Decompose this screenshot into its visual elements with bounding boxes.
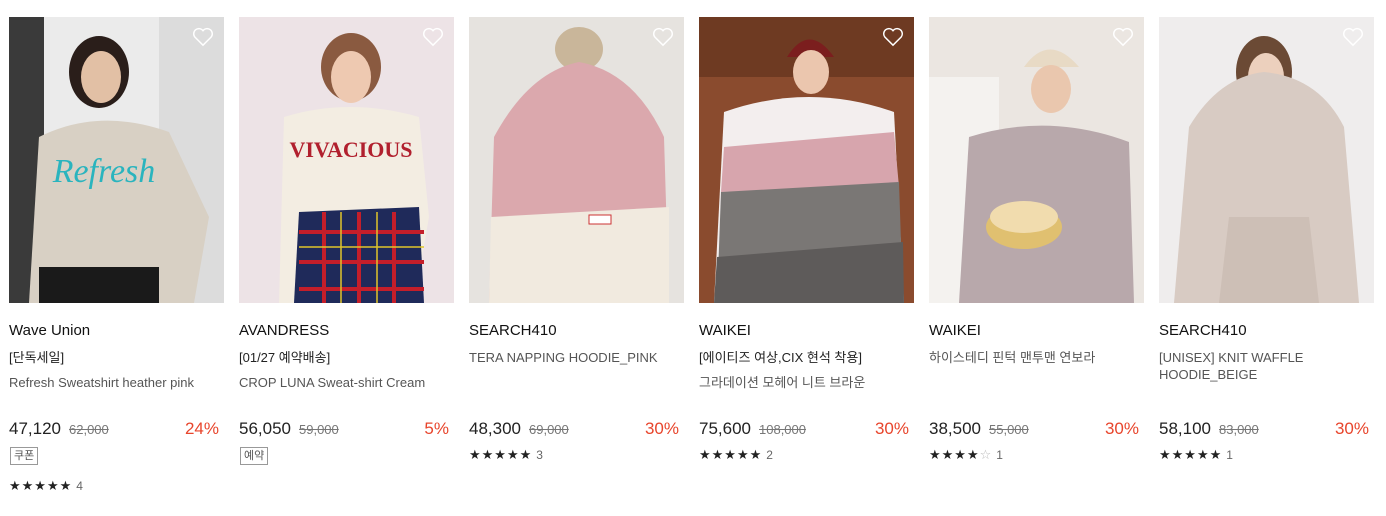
product-photo <box>699 17 914 303</box>
star-icons: ★★★★ <box>469 447 520 462</box>
wishlist-heart-icon[interactable] <box>1112 27 1134 47</box>
discount-rate: 30% <box>874 419 909 438</box>
product-name[interactable]: TERA NAPPING HOODIE_PINK <box>469 349 684 366</box>
product-photo <box>469 17 684 303</box>
sale-price: 38,500 <box>929 419 981 438</box>
sale-price: 56,050 <box>239 419 291 438</box>
product-name[interactable]: CROP LUNA Sweat-shirt Cream <box>239 374 454 391</box>
empty-star-icon: ☆ <box>979 447 993 462</box>
star-icons: ★★★★★ <box>9 478 73 493</box>
product-card[interactable]: WAIKEI [에이티즈 여상,CIX 현석 착용] 그라데이션 모헤어 니트 … <box>699 17 914 462</box>
product-card[interactable]: SEARCH410 [UNISEX] KNIT WAFFLE HOODIE_BE… <box>1159 17 1374 462</box>
reservation-badge: 예약 <box>240 447 269 465</box>
sale-price: 48,300 <box>469 419 521 438</box>
product-brand[interactable]: Wave Union <box>9 321 224 341</box>
product-card[interactable]: WAIKEI 하이스테디 핀턱 맨투맨 연보라 38,500 55,000 30%… <box>929 17 1144 462</box>
original-price: 108,000 <box>759 422 806 437</box>
product-card[interactable]: SEARCH410 TERA NAPPING HOODIE_PINK 48,30… <box>469 17 684 462</box>
rating: ★★★★☆ 1 <box>929 447 1003 463</box>
product-image[interactable] <box>469 17 684 303</box>
rating: ★★★★★ 2 <box>699 447 773 463</box>
product-grid: Refresh Wave Union [단독세일] Refresh Sweats… <box>0 0 1386 516</box>
wishlist-heart-icon[interactable] <box>422 27 444 47</box>
review-count: 1 <box>996 448 1003 462</box>
product-name[interactable]: 하이스테디 핀턱 맨투맨 연보라 <box>929 349 1144 366</box>
original-price: 69,000 <box>529 422 569 437</box>
wishlist-heart-icon[interactable] <box>882 27 904 47</box>
wishlist-heart-icon[interactable] <box>1342 27 1364 47</box>
product-brand[interactable]: WAIKEI <box>929 321 1144 341</box>
price-row: 58,100 83,000 30% <box>1159 418 1374 440</box>
review-count: 1 <box>1226 448 1233 462</box>
review-count: 4 <box>76 479 83 493</box>
product-brand[interactable]: SEARCH410 <box>469 321 684 341</box>
original-price: 62,000 <box>69 422 109 437</box>
rating: ★★★★★ 3 <box>469 447 543 463</box>
product-brand[interactable]: SEARCH410 <box>1159 321 1374 341</box>
product-tag: [에이티즈 여상,CIX 현석 착용] <box>699 350 862 365</box>
product-card[interactable]: Refresh Wave Union [단독세일] Refresh Sweats… <box>9 17 224 493</box>
price-row: 56,050 59,000 5% <box>239 418 454 440</box>
sale-price: 58,100 <box>1159 419 1211 438</box>
discount-rate: 30% <box>644 419 679 438</box>
price-row: 47,120 62,000 24% <box>9 418 224 440</box>
original-price: 55,000 <box>989 422 1029 437</box>
half-star-icon: ★ <box>519 447 533 462</box>
product-name[interactable]: [UNISEX] KNIT WAFFLE HOODIE_BEIGE <box>1159 349 1374 383</box>
rating: ★★★★★ 4 <box>9 478 83 494</box>
coupon-badge: 쿠폰 <box>10 447 39 465</box>
product-card[interactable]: VIVACIOUS AVANDRESS [01/27 예약배송] CROP LU… <box>239 17 454 465</box>
sale-price: 75,600 <box>699 419 751 438</box>
product-photo: VIVACIOUS <box>239 17 454 303</box>
product-brand[interactable]: AVANDRESS <box>239 321 454 341</box>
svg-text:Refresh: Refresh <box>52 153 156 190</box>
product-tag: [단독세일] <box>9 350 65 365</box>
discount-rate: 30% <box>1104 419 1139 438</box>
price-row: 75,600 108,000 30% <box>699 418 914 440</box>
sale-price: 47,120 <box>9 419 61 438</box>
wishlist-heart-icon[interactable] <box>192 27 214 47</box>
product-name[interactable]: Refresh Sweatshirt heather pink <box>9 374 224 391</box>
discount-rate: 24% <box>184 419 219 438</box>
review-count: 3 <box>536 448 543 462</box>
product-tag: [01/27 예약배송] <box>239 350 331 365</box>
product-photo <box>929 17 1144 303</box>
discount-rate: 30% <box>1334 419 1369 438</box>
star-icons: ★★★★★ <box>1159 447 1223 462</box>
product-image[interactable] <box>1159 17 1374 303</box>
svg-text:VIVACIOUS: VIVACIOUS <box>289 137 412 162</box>
product-brand[interactable]: WAIKEI <box>699 321 914 341</box>
original-price: 59,000 <box>299 422 339 437</box>
product-image[interactable] <box>699 17 914 303</box>
price-row: 38,500 55,000 30% <box>929 418 1144 440</box>
price-row: 48,300 69,000 30% <box>469 418 684 440</box>
product-name[interactable]: 그라데이션 모헤어 니트 브라운 <box>699 374 914 391</box>
product-photo <box>1159 17 1374 303</box>
product-image[interactable] <box>929 17 1144 303</box>
star-icons: ★★★★ <box>929 447 980 462</box>
product-photo: Refresh <box>9 17 224 303</box>
review-count: 2 <box>766 448 773 462</box>
original-price: 83,000 <box>1219 422 1259 437</box>
rating: ★★★★★ 1 <box>1159 447 1233 463</box>
product-image[interactable]: Refresh <box>9 17 224 303</box>
wishlist-heart-icon[interactable] <box>652 27 674 47</box>
star-icons: ★★★★★ <box>699 447 763 462</box>
discount-rate: 5% <box>424 419 449 438</box>
product-image[interactable]: VIVACIOUS <box>239 17 454 303</box>
